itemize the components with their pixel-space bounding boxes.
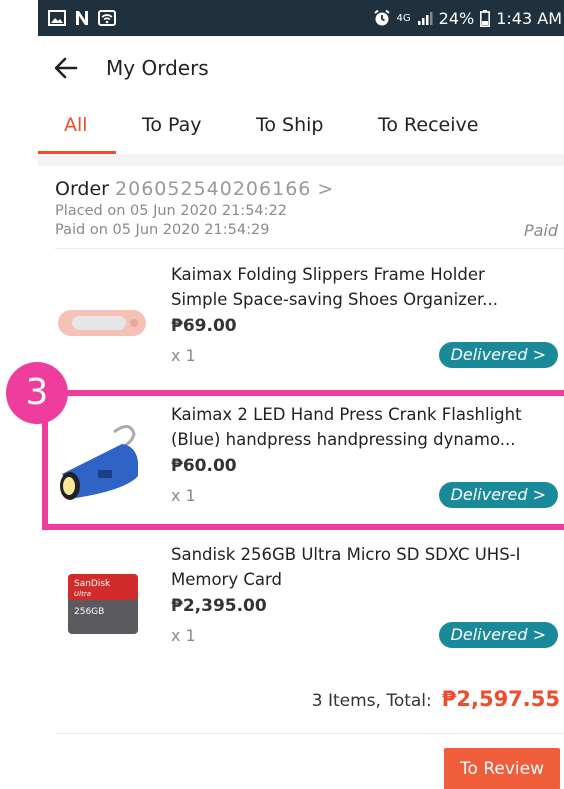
item-qty: x 1	[171, 626, 196, 645]
alarm-icon	[373, 9, 390, 26]
flashlight-image	[52, 412, 152, 512]
svg-text:256GB: 256GB	[74, 607, 104, 617]
svg-text:Ultra: Ultra	[74, 590, 91, 598]
active-tab-indicator	[38, 151, 116, 154]
divider	[55, 248, 564, 249]
n-icon	[76, 11, 88, 25]
battery-icon	[480, 9, 491, 27]
placed-date: Placed on 05 Jun 2020 21:54:22	[55, 203, 287, 219]
list-item[interactable]: SanDisk Ultra 256GB Sandisk 256GB Ultra …	[38, 532, 564, 672]
item-qty: x 1	[171, 346, 196, 365]
order-status: Paid	[523, 221, 558, 240]
divider	[55, 733, 564, 734]
order-tabs: All To Pay To Ship To Receive	[38, 100, 564, 154]
network-label: 4G	[396, 12, 411, 24]
chevron-right-icon: >	[317, 178, 334, 200]
order-number: 206052540206166	[115, 178, 312, 200]
order-card: Order 206052540206166 > Placed on 05 Jun…	[38, 166, 564, 789]
wifi-icon	[98, 10, 116, 26]
item-name: Kaimax 2 LED Hand Press Crank Flashlight…	[171, 405, 522, 449]
list-item[interactable]: Kaimax Folding Slippers Frame Holder Sim…	[38, 252, 564, 392]
delivered-button[interactable]: Delivered >	[438, 482, 558, 508]
order-total: 3 Items, Total: ₱2,597.55	[312, 687, 560, 711]
tab-to-ship[interactable]: To Ship	[256, 114, 323, 136]
to-review-button[interactable]: To Review	[444, 748, 560, 789]
sd-card-image: SanDisk Ultra 256GB	[52, 552, 152, 652]
tab-all[interactable]: All	[64, 114, 88, 136]
slipper-holder-image	[52, 272, 152, 372]
item-price: ₱2,395.00	[171, 596, 267, 616]
item-qty: x 1	[171, 486, 196, 505]
total-amount: ₱2,597.55	[441, 687, 560, 711]
orders-page: 4G 24% 1:43 AM My Orders All To Pay To S…	[38, 0, 564, 789]
gallery-icon	[48, 10, 66, 26]
item-price: ₱60.00	[171, 456, 237, 476]
order-label: Order	[55, 178, 109, 200]
step-badge: 3	[6, 362, 68, 424]
status-bar: 4G 24% 1:43 AM	[38, 0, 564, 36]
item-name: Kaimax Folding Slippers Frame Holder Sim…	[171, 265, 498, 309]
battery-percent: 24%	[438, 8, 475, 28]
top-app-bar: My Orders	[38, 36, 564, 100]
tab-to-pay[interactable]: To Pay	[142, 114, 202, 136]
delivered-button[interactable]: Delivered >	[438, 622, 558, 648]
svg-text:SanDisk: SanDisk	[74, 579, 111, 589]
clock: 1:43 AM	[496, 8, 562, 28]
item-name: Sandisk 256GB Ultra Micro SD SDXC UHS-I …	[171, 545, 521, 589]
page-title: My Orders	[106, 56, 209, 80]
total-label: 3 Items, Total:	[311, 691, 432, 711]
signal-icon	[417, 12, 433, 25]
item-price: ₱69.00	[171, 316, 237, 336]
paid-date: Paid on 05 Jun 2020 21:54:29	[55, 222, 270, 238]
list-item[interactable]: Kaimax 2 LED Hand Press Crank Flashlight…	[38, 392, 564, 532]
order-header[interactable]: Order 206052540206166 >	[55, 178, 333, 200]
tab-to-receive[interactable]: To Receive	[378, 114, 478, 136]
delivered-button[interactable]: Delivered >	[438, 342, 558, 368]
back-arrow-icon[interactable]	[52, 54, 80, 82]
